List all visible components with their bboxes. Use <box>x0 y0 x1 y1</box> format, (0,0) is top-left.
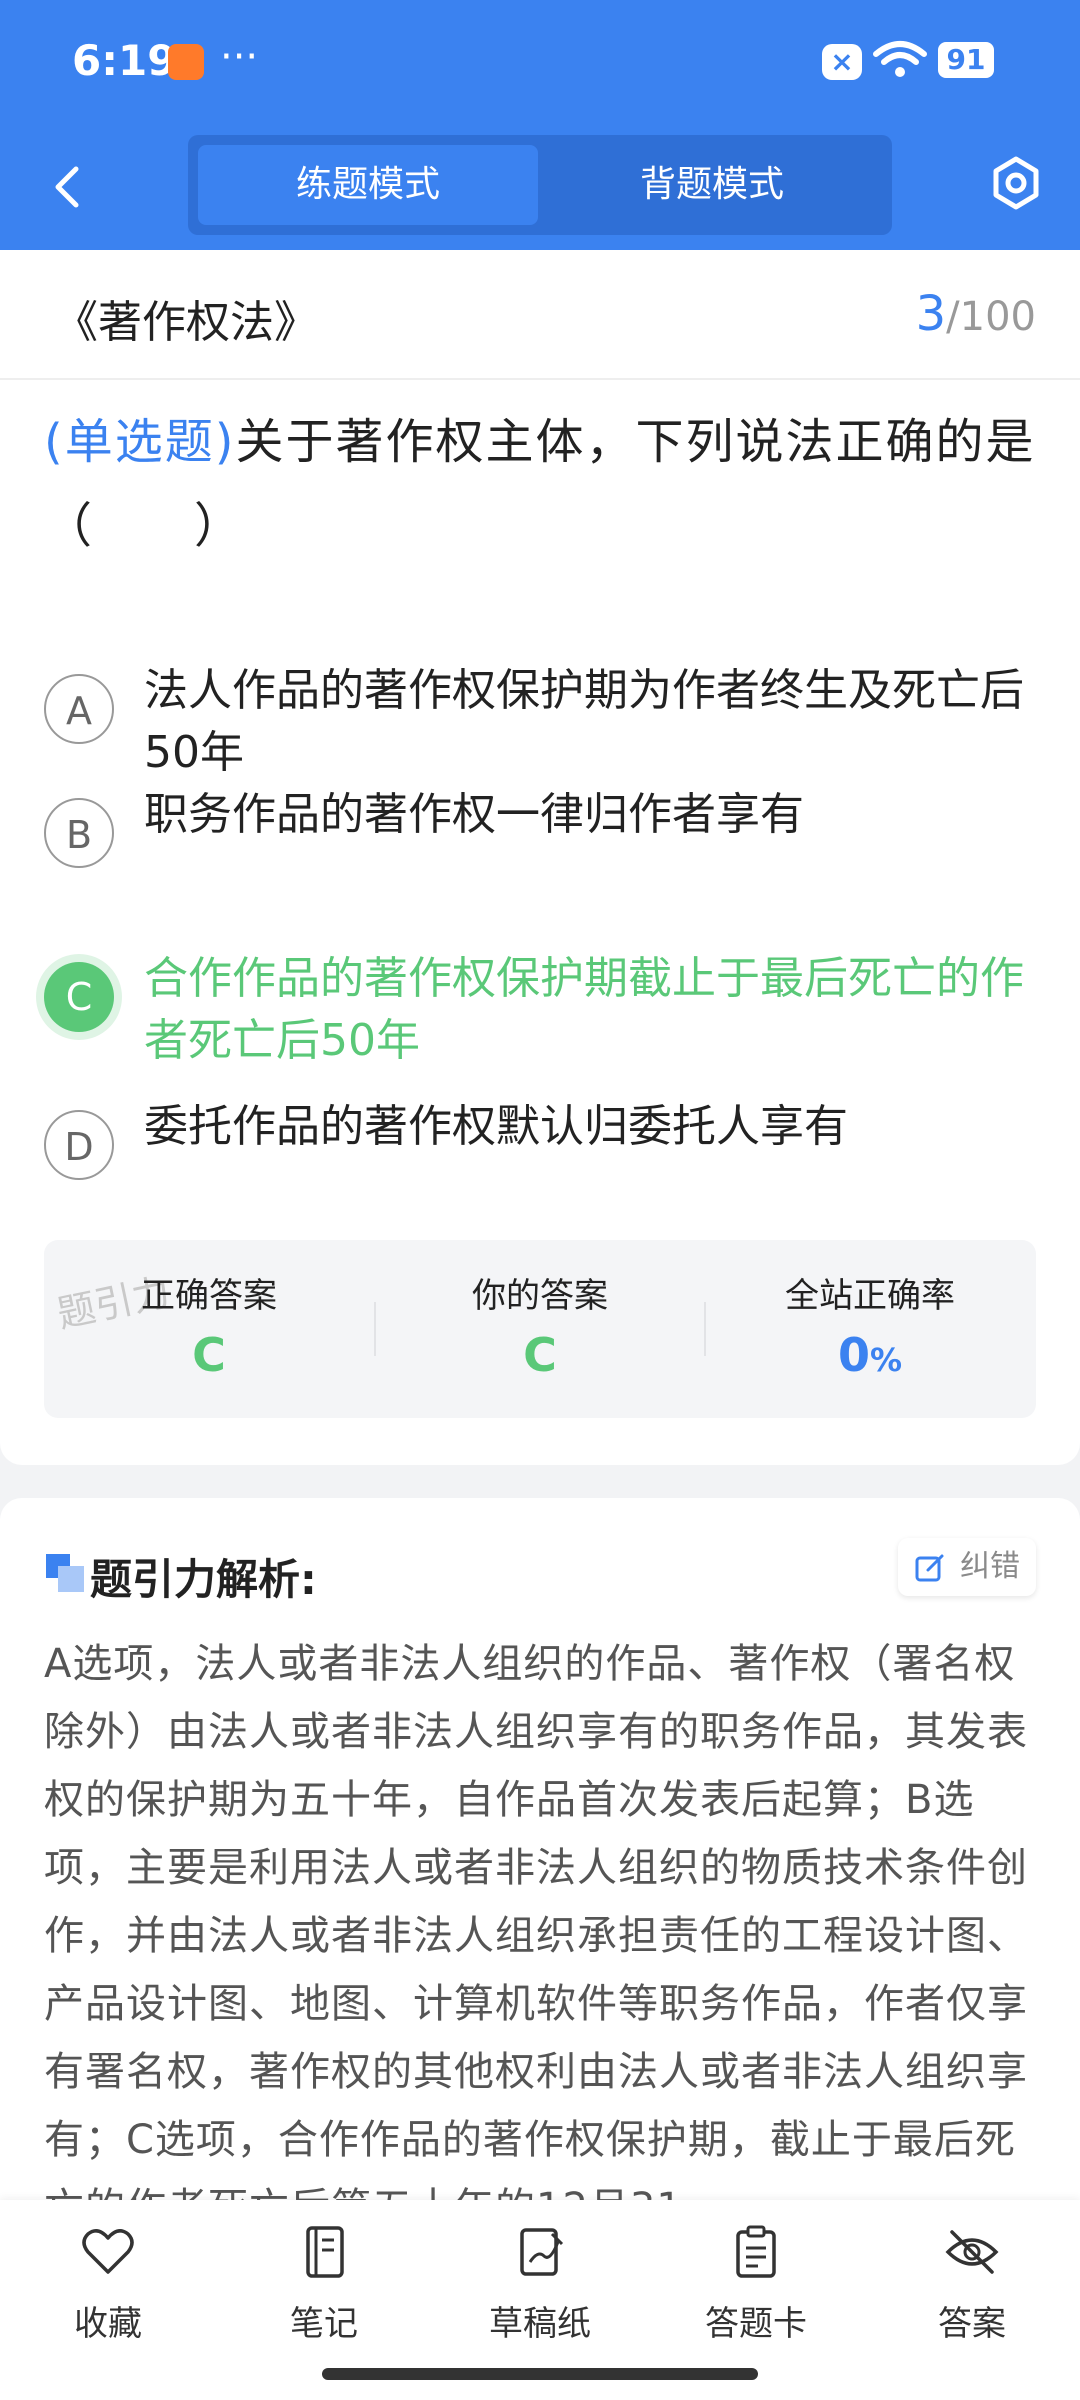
silent-notification-icon: × <box>822 44 862 80</box>
more-notifications-icon: ··· <box>220 34 259 80</box>
settings-icon[interactable] <box>986 153 1046 213</box>
status-time: 6:19 <box>72 36 177 85</box>
divider <box>0 378 1080 380</box>
scratch-paper-button[interactable]: 草稿纸 <box>450 2222 630 2345</box>
option-text: 法人作品的著作权保护期为作者终生及死亡后50年 <box>144 665 1024 778</box>
tab-memorize-mode[interactable]: 背题模式 <box>542 145 882 225</box>
question-progress: 3/100 <box>916 286 1036 342</box>
status-bar: 6:19 ··· × 91 <box>0 0 1080 125</box>
draft-icon <box>520 2228 564 2276</box>
analysis-text: A选项，法人或者非法人组织的作品、著作权（署名权除外）由法人或者非法人组织享有的… <box>44 1641 1028 2202</box>
correct-answer-label: 正确答案 <box>141 1276 277 1316</box>
eye-off-icon <box>945 2230 999 2274</box>
your-answer-label: 你的答案 <box>472 1276 608 1316</box>
analysis-icon <box>46 1554 84 1592</box>
analysis-title: 题引力解析: <box>90 1555 317 1604</box>
accuracy-col: 全站正确率 0% <box>705 1240 1035 1418</box>
show-answer-button[interactable]: 答案 <box>882 2222 1062 2345</box>
favorite-button[interactable]: 收藏 <box>18 2222 198 2345</box>
total-questions: /100 <box>946 294 1036 340</box>
app-header: 6:19 ··· × 91 练题模式 背题模式 <box>0 0 1080 250</box>
scratch-paper-label: 草稿纸 <box>489 2304 591 2344</box>
option-text: 职务作品的著作权一律归作者享有 <box>144 789 804 840</box>
clipboard-icon <box>736 2225 776 2278</box>
wifi-icon <box>873 41 927 77</box>
notes-button[interactable]: 笔记 <box>234 2222 414 2345</box>
answer-sheet-label: 答题卡 <box>705 2304 807 2344</box>
question-type: (单选题) <box>44 414 236 470</box>
answer-sheet-button[interactable]: 答题卡 <box>666 2222 846 2345</box>
option-letter: C <box>44 962 114 1032</box>
notebook-icon <box>306 2226 344 2278</box>
option-letter: D <box>44 1110 114 1180</box>
heart-icon <box>82 2229 134 2274</box>
correct-answer-value: C <box>192 1328 226 1382</box>
edit-icon <box>915 1554 944 1582</box>
accuracy-label: 全站正确率 <box>785 1276 955 1316</box>
notes-label: 笔记 <box>290 2304 358 2344</box>
analysis-card: 题引力解析: 纠错 A选项，法人或者非法人组织的作品、著作权（署名权除外）由法人… <box>0 1498 1080 2258</box>
accuracy-number: 0 <box>837 1328 870 1382</box>
your-answer-col: 你的答案 C <box>375 1240 705 1418</box>
option-text: 合作作品的著作权保护期截止于最后死亡的作者死亡后50年 <box>144 953 1024 1066</box>
app-notification-icon <box>168 44 204 80</box>
accuracy-unit: % <box>869 1341 903 1379</box>
question-stem: (单选题)关于著作权主体，下列说法正确的是（ ） <box>44 400 1044 568</box>
top-nav: 练题模式 背题模式 <box>0 125 1080 250</box>
chapter-title: 《著作权法》 <box>54 297 318 348</box>
correct-answer-col: 正确答案 C <box>44 1240 374 1418</box>
home-indicator[interactable] <box>322 2368 758 2380</box>
battery-indicator: 91 <box>938 42 994 78</box>
option-letter: A <box>44 674 114 744</box>
accuracy-value: 0% <box>705 1328 1035 1382</box>
report-error-label: 纠错 <box>960 1549 1020 1584</box>
option-letter: B <box>44 798 114 868</box>
back-arrow-icon[interactable] <box>40 157 100 217</box>
show-answer-label: 答案 <box>938 2304 1006 2344</box>
question-card: 《著作权法》 3/100 (单选题)关于著作权主体，下列说法正确的是（ ） A … <box>0 250 1080 1465</box>
your-answer-value: C <box>523 1328 557 1382</box>
favorite-label: 收藏 <box>74 2304 142 2344</box>
current-question-number: 3 <box>915 286 947 342</box>
answer-summary: 题引力 正确答案 C 你的答案 C 全站正确率 0% <box>44 1240 1036 1418</box>
report-error-button[interactable]: 纠错 <box>898 1538 1036 1596</box>
tab-practice-mode[interactable]: 练题模式 <box>198 145 538 225</box>
mode-switch: 练题模式 背题模式 <box>188 135 892 235</box>
option-text: 委托作品的著作权默认归委托人享有 <box>144 1101 848 1152</box>
